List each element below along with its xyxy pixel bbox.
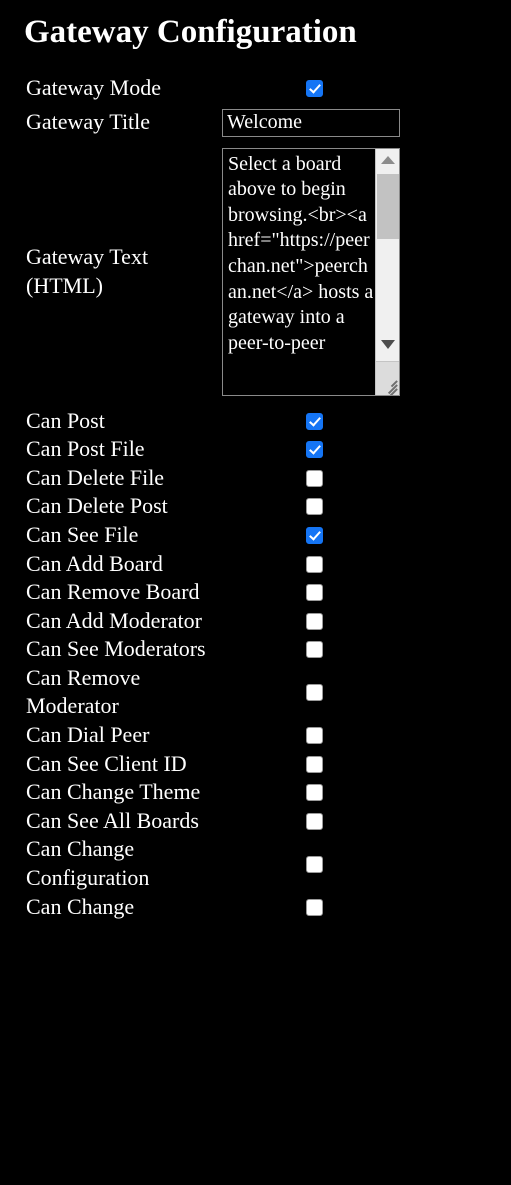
control-gateway-mode — [222, 74, 511, 103]
gateway-configuration-page: Gateway Configuration Gateway Mode Gatew… — [0, 0, 511, 1185]
permission-row: Can Change — [0, 893, 511, 922]
permission-label: Can Delete File — [26, 464, 165, 490]
permission-label: Can Change Theme — [26, 779, 201, 805]
row-gateway-text: Gateway Text (HTML) Select a board above… — [0, 143, 511, 401]
label-gateway-mode: Gateway Mode — [26, 74, 162, 100]
permission-control — [222, 492, 511, 521]
permission-row: Can Add Moderator — [0, 607, 511, 636]
permission-label: Can Dial Peer — [26, 722, 150, 748]
label-gateway-text-line2: (HTML) — [26, 272, 103, 298]
textarea-scrollbar[interactable] — [375, 148, 399, 395]
form-body: Gateway Mode Gateway Title Gateway Text … — [0, 74, 511, 401]
permission-row: Can Change Theme — [0, 778, 511, 807]
permission-row: Can Remove Board — [0, 578, 511, 607]
permission-label: Can Add Board — [26, 550, 163, 576]
permission-control — [222, 607, 511, 636]
permission-checkbox[interactable] — [306, 727, 323, 745]
permission-checkbox[interactable] — [306, 641, 323, 659]
permission-label: Can Remove Board — [26, 579, 200, 605]
permission-control — [222, 635, 511, 664]
permission-checkbox[interactable] — [306, 898, 323, 916]
gateway-text-textarea-wrap: Select a board above to begin browsing.<… — [222, 147, 400, 396]
permission-label: Can Post File — [26, 436, 145, 462]
permission-row: Can Delete Post — [0, 492, 511, 521]
permission-checkbox[interactable] — [306, 412, 323, 430]
page-title: Gateway Configuration — [24, 14, 357, 50]
configuration-form: Gateway Mode Gateway Title Gateway Text … — [0, 74, 511, 401]
permission-control — [222, 435, 511, 464]
permission-control — [222, 750, 511, 779]
control-gateway-text: Select a board above to begin browsing.<… — [222, 143, 511, 401]
permission-checkbox[interactable] — [306, 855, 323, 873]
scroll-down-arrow-icon[interactable] — [376, 335, 399, 355]
permission-checkbox[interactable] — [306, 441, 323, 459]
permission-row: Can Change Configuration — [0, 835, 511, 892]
permission-control — [222, 464, 511, 493]
permission-checkbox[interactable] — [306, 684, 323, 702]
permission-label: Can Delete Post — [26, 493, 168, 519]
permission-row: Can Post — [0, 407, 511, 436]
permission-checkbox[interactable] — [306, 612, 323, 630]
permission-label: Can See File — [26, 521, 139, 547]
textarea-resize-corner[interactable] — [376, 360, 399, 395]
permission-control — [222, 721, 511, 750]
permission-checkbox[interactable] — [306, 584, 323, 602]
row-gateway-mode: Gateway Mode — [0, 74, 511, 103]
permission-checkbox[interactable] — [306, 469, 323, 487]
permission-label: Can Post — [26, 407, 105, 433]
permission-row: Can Delete File — [0, 464, 511, 493]
permission-row: Can See Moderators — [0, 635, 511, 664]
permission-checkbox[interactable] — [306, 812, 323, 830]
scrollbar-thumb[interactable] — [377, 173, 399, 239]
permission-label: Can Change Configuration — [26, 836, 150, 891]
permission-row: Can See Client ID — [0, 750, 511, 779]
resize-grip-icon[interactable] — [380, 375, 398, 395]
permission-control — [222, 893, 511, 922]
permission-label: Can Change — [26, 893, 135, 919]
permissions-table: Can Post Can Post File Can Delete File Can … — [0, 407, 511, 922]
permission-control — [222, 550, 511, 579]
permission-row: Can Post File — [0, 435, 511, 464]
permission-control — [222, 807, 511, 836]
permission-checkbox[interactable] — [306, 527, 323, 545]
permission-control — [222, 664, 511, 721]
gateway-title-input[interactable] — [222, 108, 400, 137]
permission-row: Can Dial Peer — [0, 721, 511, 750]
control-gateway-title — [222, 103, 511, 143]
permission-checkbox[interactable] — [306, 784, 323, 802]
permission-control — [222, 578, 511, 607]
row-gateway-title: Gateway Title — [0, 103, 511, 143]
permission-control — [222, 407, 511, 436]
permission-checkbox[interactable] — [306, 498, 323, 516]
label-gateway-text-line1: Gateway Text — [26, 243, 149, 269]
permission-label: Can Add Moderator — [26, 607, 202, 633]
permission-control — [222, 835, 511, 892]
scroll-up-arrow-icon[interactable] — [376, 150, 399, 170]
permission-row: Can See File — [0, 521, 511, 550]
permission-label: Can See Moderators — [26, 636, 206, 662]
permission-row: Can Remove Moderator — [0, 664, 511, 721]
permission-label: Can See Client ID — [26, 750, 187, 776]
permission-checkbox[interactable] — [306, 555, 323, 573]
checkbox-gateway-mode[interactable] — [306, 79, 323, 97]
label-gateway-title: Gateway Title — [26, 109, 151, 135]
label-gateway-text: Gateway Text (HTML) — [0, 143, 222, 401]
permission-checkbox[interactable] — [306, 755, 323, 773]
permission-row: Can Add Board — [0, 550, 511, 579]
permissions-body: Can Post Can Post File Can Delete File Can … — [0, 407, 511, 922]
permission-control — [222, 778, 511, 807]
gateway-text-textarea[interactable]: Select a board above to begin browsing.<… — [223, 148, 376, 395]
permission-label: Can Remove Moderator — [26, 664, 141, 719]
permission-row: Can See All Boards — [0, 807, 511, 836]
permission-label: Can See All Boards — [26, 807, 199, 833]
checkbox-wrap-gateway-mode — [222, 79, 511, 97]
permission-control — [222, 521, 511, 550]
